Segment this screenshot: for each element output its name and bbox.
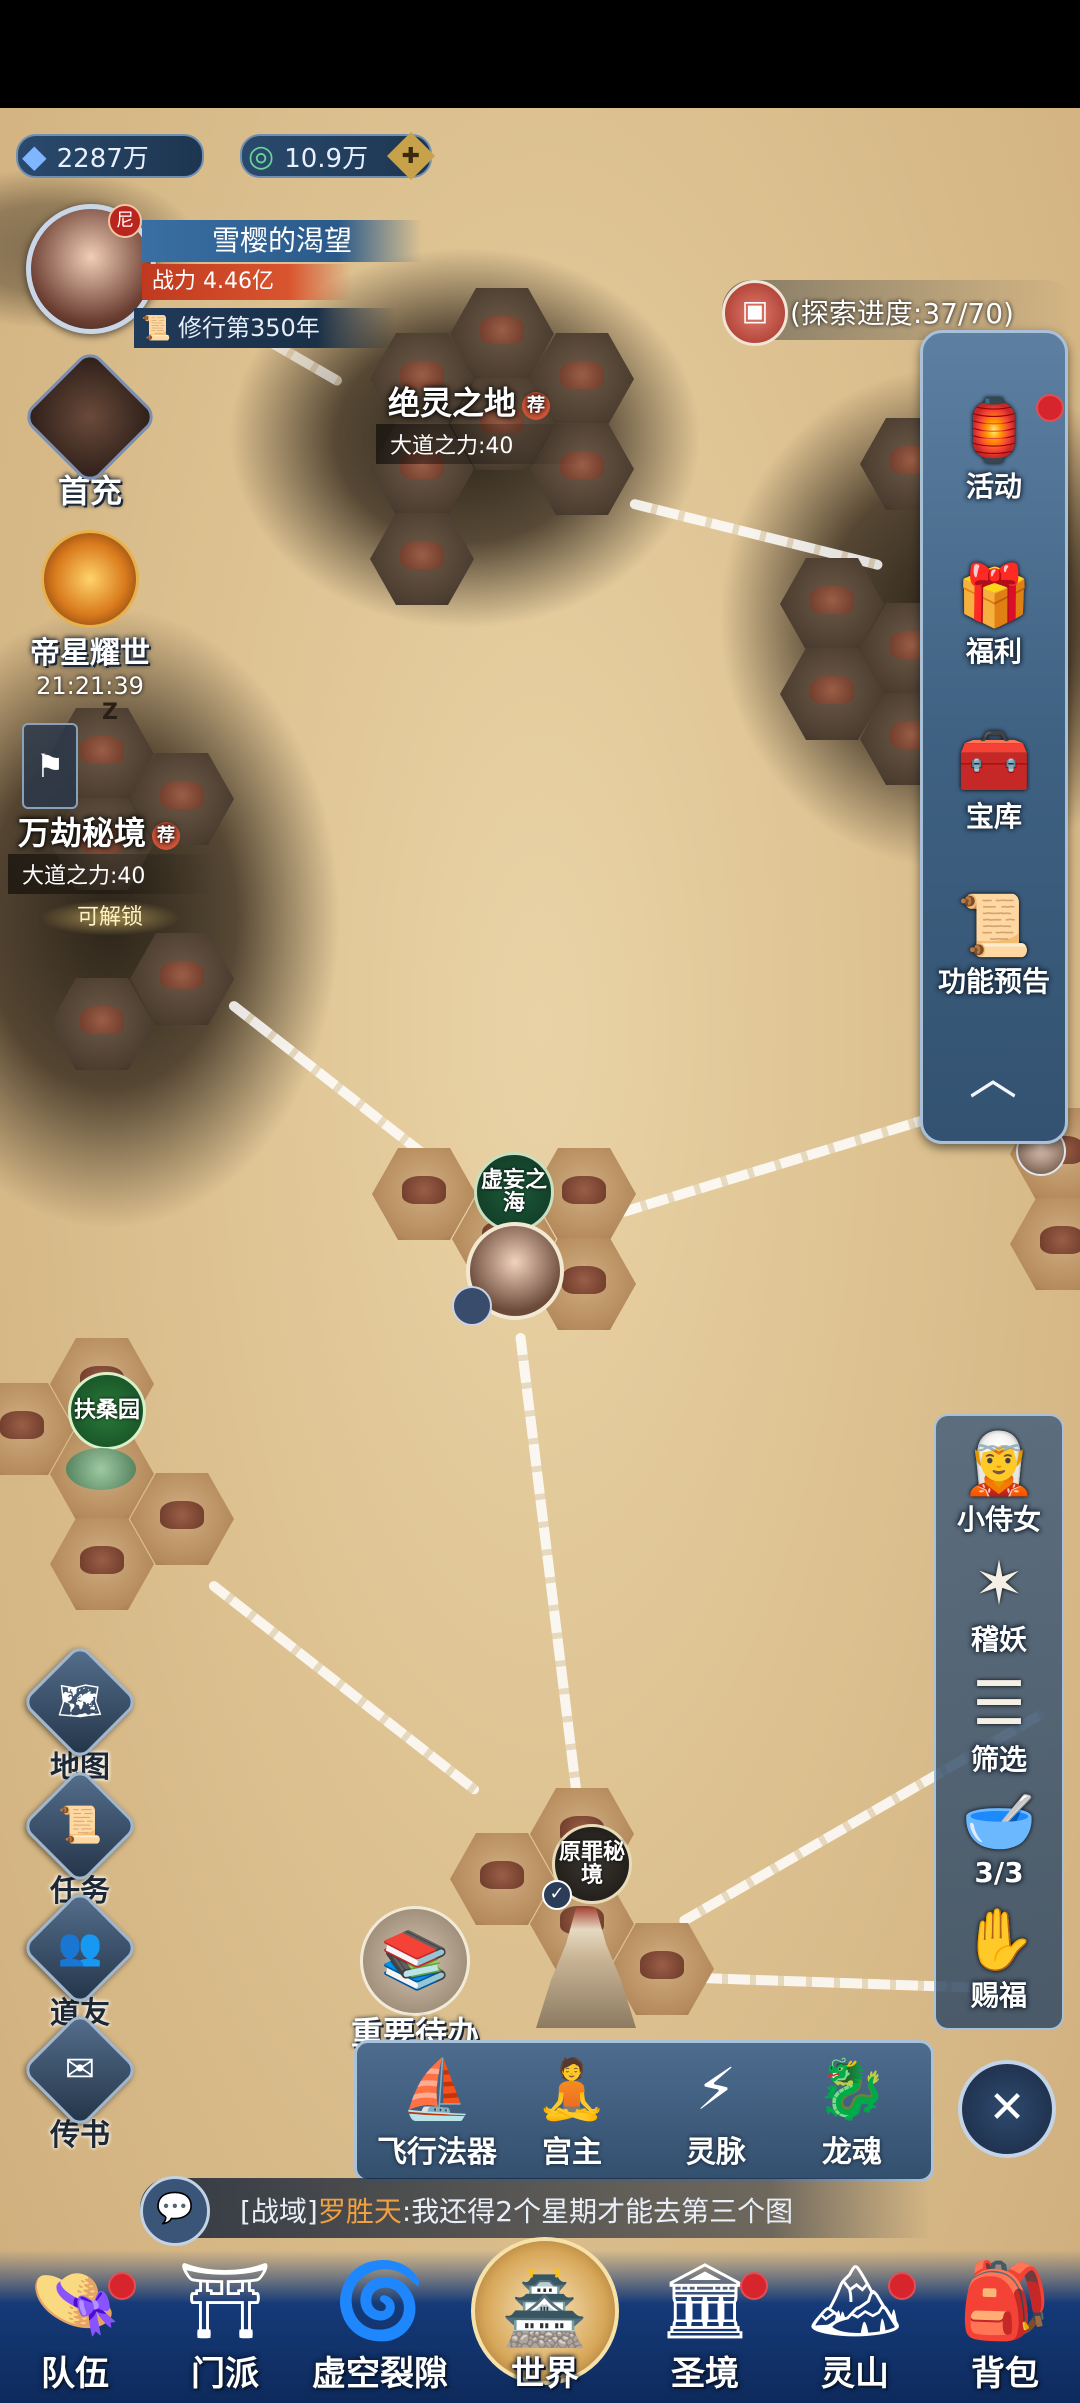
event-timer: 21:21:39 (36, 672, 144, 700)
player-name: 雪樱的渴望 (142, 220, 422, 262)
flag-icon[interactable]: ⚑ (22, 723, 78, 809)
region-jueling-title[interactable]: 绝灵之地荐 (388, 378, 551, 424)
cultivation-bar: 📜 修行第350年 (134, 308, 396, 348)
filter-icon: ☰ (972, 1669, 1026, 1739)
green-jade-icon: ◎ (248, 138, 275, 174)
maid-icon: 🧝 (961, 1429, 1037, 1499)
first-recharge-button[interactable]: 首充 (20, 347, 160, 512)
chat-message: [战域]罗胜天:我还得2个星期才能去第三个图 (240, 2195, 794, 2228)
emperor-star-event-button[interactable]: 帝星耀世 21:21:39 (24, 530, 156, 700)
filter-button[interactable]: ☰ 筛选 (934, 1666, 1064, 1778)
treasury-button[interactable]: 🧰 宝库 (929, 723, 1059, 835)
books-icon: 📚 (360, 1906, 470, 2016)
spirit-vein-icon: ⚡ (695, 2055, 737, 2123)
palace-master-icon: 🧘 (535, 2055, 609, 2123)
dragon-icon: 🐉 (815, 2055, 889, 2123)
notification-dot (740, 2272, 768, 2300)
treasure-chest-icon: 🧰 (956, 726, 1032, 796)
scroll-icon: 📜 (141, 314, 171, 342)
node-fusang-badge[interactable]: 扶桑园 (68, 1372, 146, 1450)
region-wanjie-requirement: 大道之力:40 (8, 854, 216, 894)
nav-void-rift[interactable]: 🌀 虚空裂隙 (300, 2253, 460, 2403)
jade-currency: ◎ 10.9万 ✚ (240, 131, 436, 181)
node-xuwang-badge[interactable]: 虚妄之海 (474, 1152, 554, 1232)
nav-world[interactable]: 🏯 世界 (470, 2237, 620, 2403)
letter-button[interactable]: ✉ 传书 (20, 2010, 140, 2154)
scroll-icon: 📜 (956, 891, 1032, 961)
blue-crystal-icon: ◆ (22, 137, 47, 175)
chat-bar[interactable]: 💬 [战域]罗胜天:我还得2个星期才能去第三个图 (140, 2176, 930, 2246)
crystal-amount: 2287万 (56, 143, 149, 174)
bowl-icon: 🥣 (961, 1787, 1037, 1857)
bowl-counter-button[interactable]: 🥣 3/3 (934, 1784, 1064, 1889)
sleep-indicator: Z (102, 700, 118, 725)
hunt-demon-button[interactable]: ✶ 稽妖 (934, 1546, 1064, 1658)
vip-badge: 尼 (108, 204, 142, 238)
explore-progress-text: (探索进度:37/70) (790, 297, 1014, 330)
notification-dot (108, 2272, 136, 2300)
welfare-button[interactable]: 🎁 福利 (929, 558, 1059, 670)
region-wanjie-title[interactable]: 万劫秘境荐 (18, 808, 181, 854)
task-button[interactable]: 📜 任务 (20, 1766, 140, 1910)
blessing-hand-icon: ✋ (961, 1905, 1037, 1975)
map-path (206, 1579, 482, 1797)
crystal-currency: ◆ 2287万 (16, 134, 204, 178)
region-jueling-requirement: 大道之力:40 (376, 424, 584, 464)
feature-preview-button[interactable]: 📜 功能预告 (929, 888, 1059, 1000)
spirit-vein-button[interactable]: ⚡ 灵脉 (651, 2051, 781, 2171)
right-feature-panel: 🏮 活动 🎁 福利 🧰 宝库 📜 功能预告 ︿ (920, 330, 1068, 1144)
close-tray-icon[interactable]: ✕ (958, 2060, 1056, 2158)
map-tools-panel: 🧝 小侍女 ✶ 稽妖 ☰ 筛选 🥣 3/3 ✋ 赐福 (934, 1414, 1064, 2030)
unlockable-label[interactable]: 可解锁 (40, 900, 180, 936)
notification-dot (1036, 394, 1064, 422)
flying-boat-icon: ⛵ (400, 2055, 474, 2123)
vortex-icon: 🌀 (333, 2258, 427, 2344)
lotus-icon (66, 1448, 136, 1490)
check-icon: ✓ (542, 1880, 572, 1910)
maid-button[interactable]: 🧝 小侍女 (934, 1426, 1064, 1538)
dragon-soul-button[interactable]: 🐉 龙魂 (787, 2051, 917, 2171)
notification-dot (888, 2272, 916, 2300)
demon-mark-icon: ✶ (973, 1549, 1025, 1619)
nav-sect[interactable]: ⛩ 门派 (150, 2253, 300, 2403)
backpack-icon: 🎒 (958, 2258, 1052, 2344)
friends-button[interactable]: 👥 道友 (20, 1888, 140, 2032)
feature-tray: ⛵ 飞行法器 🧘 宫主 ⚡ 灵脉 🐉 龙魂 (354, 2040, 934, 2182)
jade-amount: 10.9万 (284, 143, 369, 174)
flying-artifact-button[interactable]: ⛵ 飞行法器 (367, 2051, 507, 2171)
blessing-button[interactable]: ✋ 赐福 (934, 1902, 1064, 2014)
nav-backpack[interactable]: 🎒 背包 (930, 2253, 1080, 2403)
map-path (515, 1332, 589, 1850)
power-display: 战力 4.46亿 (142, 264, 352, 300)
temple-icon: ⛩ (178, 2258, 272, 2344)
important-todo-button[interactable]: 📚 重要待办 (340, 1906, 490, 2054)
collapse-up-icon[interactable]: ︿ (963, 1053, 1023, 1103)
palace-master-button[interactable]: 🧘 宫主 (507, 2051, 637, 2171)
sun-emblem-icon (41, 530, 139, 628)
straw-hat-icon: 👒 (28, 2258, 122, 2344)
chat-icon[interactable]: 💬 (140, 2176, 210, 2246)
palace-icon: 🏛 (658, 2258, 752, 2344)
treasure-box-icon: ▣ (722, 280, 788, 346)
mountain-icon: 🏔 (808, 2258, 902, 2344)
gift-pavilion-icon: 🎁 (956, 561, 1032, 631)
companion-icon (452, 1286, 492, 1326)
map-button[interactable]: 🗺 地图 (20, 1642, 140, 1786)
